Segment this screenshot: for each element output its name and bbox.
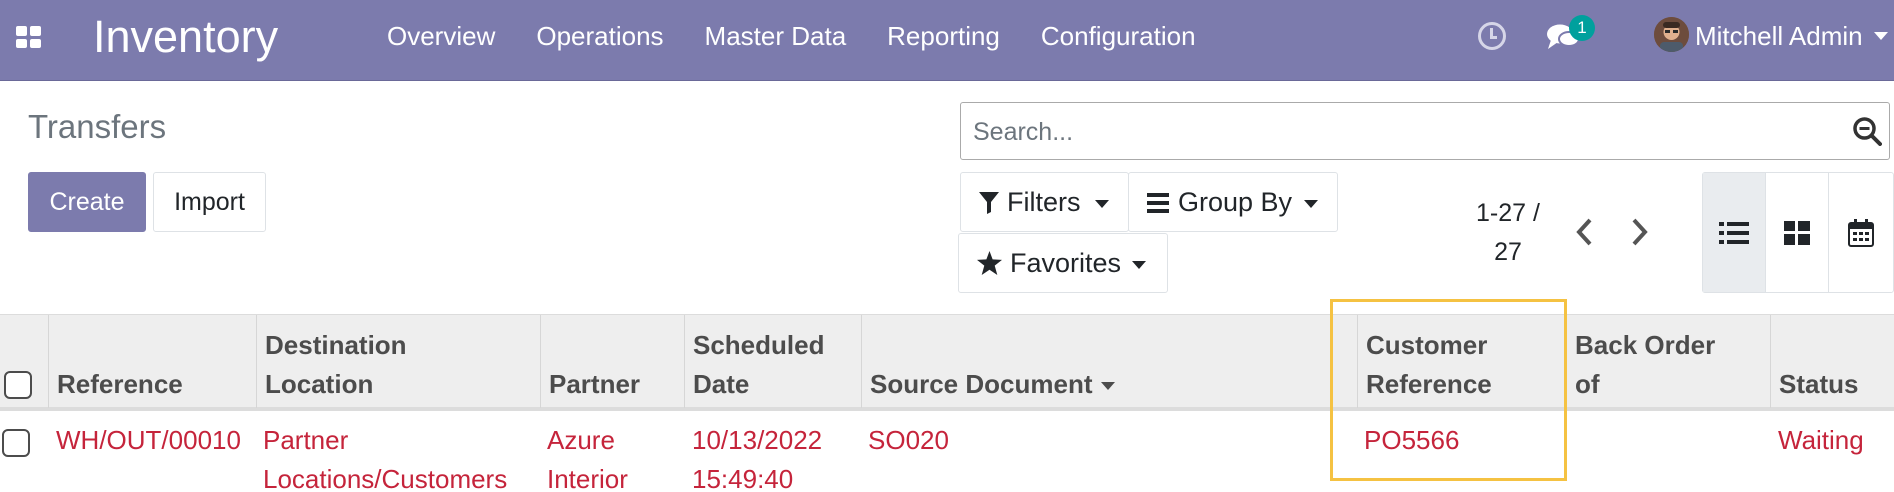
- kanban-view-icon: [1784, 220, 1810, 245]
- view-switcher: [1702, 172, 1894, 293]
- pager-next-icon[interactable]: [1624, 214, 1654, 250]
- row-destination-line1: Partner: [263, 425, 349, 455]
- row-partner-line1: Azure: [547, 425, 615, 455]
- search-input[interactable]: [973, 115, 1823, 149]
- row-scheduled-date-line1: 10/13/2022: [692, 425, 823, 455]
- search-icon[interactable]: [1852, 116, 1882, 146]
- pager-total: 27: [1494, 238, 1522, 266]
- menu-item-master-data[interactable]: Master Data: [705, 0, 847, 72]
- menu-item-operations[interactable]: Operations: [536, 0, 663, 72]
- column-header-reference[interactable]: Reference: [49, 315, 257, 408]
- row-partner-line2: Interior: [547, 464, 628, 492]
- pager-previous-icon[interactable]: [1570, 214, 1600, 250]
- filters-button[interactable]: Filters: [960, 172, 1129, 232]
- column-header-back-order-of[interactable]: Back Order of: [1567, 315, 1771, 408]
- import-button[interactable]: Import: [153, 172, 266, 232]
- create-button[interactable]: Create: [28, 172, 146, 232]
- list-view-icon: [1719, 221, 1749, 244]
- row-customer-reference: PO5566: [1364, 425, 1460, 455]
- column-header-status[interactable]: Status: [1771, 315, 1894, 408]
- list-header: Reference Destination Location Partner S…: [0, 314, 1894, 411]
- user-menu-caret-icon[interactable]: [1874, 32, 1888, 40]
- column-header-customer-reference[interactable]: Customer Reference: [1358, 315, 1567, 408]
- row-select-checkbox[interactable]: [2, 429, 30, 457]
- apps-menu-icon[interactable]: [16, 26, 42, 48]
- menu-item-overview[interactable]: Overview: [387, 0, 495, 72]
- row-partner: Azure Interior: [547, 421, 628, 492]
- calendar-view-icon: [1847, 218, 1874, 247]
- column-header-reference-label: Reference: [57, 369, 183, 399]
- group-by-button[interactable]: Group By: [1128, 172, 1338, 232]
- column-header-destination-line1: Destination: [265, 330, 407, 360]
- filters-caret-icon: [1095, 200, 1109, 208]
- favorites-caret-icon: [1132, 261, 1146, 269]
- favorites-label: Favorites: [1010, 248, 1122, 278]
- pager-range: 1-27 /: [1476, 199, 1540, 227]
- column-header-source-document[interactable]: Source Document: [862, 315, 1358, 408]
- top-navbar: Inventory Overview Operations Master Dat…: [0, 0, 1894, 81]
- column-header-scheduled-line1: Scheduled: [693, 330, 825, 360]
- filters-label: Filters: [1007, 187, 1081, 217]
- user-menu-name[interactable]: Mitchell Admin: [1695, 18, 1863, 54]
- favorites-button[interactable]: Favorites: [958, 233, 1168, 293]
- column-header-destination-line2: Location: [265, 369, 374, 399]
- row-reference[interactable]: WH/OUT/00010: [56, 421, 241, 460]
- group-by-label: Group By: [1178, 187, 1293, 217]
- menu-item-configuration[interactable]: Configuration: [1041, 0, 1196, 72]
- row-destination-line2: Locations/Customers: [263, 464, 508, 492]
- main-menu: Overview Operations Master Data Reportin…: [387, 0, 1237, 72]
- filter-funnel-icon: [979, 192, 999, 214]
- column-header-customer-ref-line1: Customer: [1366, 330, 1488, 360]
- column-header-scheduled-date[interactable]: Scheduled Date: [685, 315, 862, 408]
- pager-value[interactable]: 1-27 / 27: [1468, 194, 1548, 272]
- search-box: [960, 102, 1890, 160]
- column-header-partner-label: Partner: [549, 369, 641, 399]
- row-source-document: SO020: [868, 425, 949, 455]
- header-select-all-cell: [0, 315, 49, 408]
- row-destination-location: Partner Locations/Customers: [263, 421, 507, 492]
- column-header-scheduled-line2: Date: [693, 369, 750, 399]
- row-scheduled-date-line2: 15:49:40: [692, 464, 794, 492]
- table-row[interactable]: WH/OUT/00010 Partner Locations/Customers…: [0, 415, 1894, 492]
- column-header-back-order-line2: of: [1575, 369, 1600, 399]
- calendar-view-button[interactable]: [1829, 173, 1892, 292]
- app-title[interactable]: Inventory: [93, 10, 278, 64]
- column-header-customer-ref-line2: Reference: [1366, 369, 1492, 399]
- row-status: Waiting: [1778, 425, 1864, 455]
- column-header-status-label: Status: [1779, 369, 1859, 399]
- user-avatar[interactable]: [1654, 17, 1689, 52]
- row-scheduled-date: 10/13/2022 15:49:40: [692, 421, 822, 492]
- group-by-caret-icon: [1304, 200, 1318, 208]
- favorites-star-icon: [977, 251, 1002, 275]
- column-header-source-label: Source Document: [870, 369, 1093, 399]
- select-all-checkbox[interactable]: [4, 371, 32, 399]
- sort-descending-icon: [1100, 382, 1115, 391]
- message-count-badge: 1: [1569, 15, 1595, 41]
- column-header-partner[interactable]: Partner: [541, 315, 685, 408]
- kanban-view-button[interactable]: [1766, 173, 1829, 292]
- column-header-back-order-line1: Back Order: [1575, 330, 1716, 360]
- column-header-destination[interactable]: Destination Location: [257, 315, 541, 408]
- menu-item-reporting[interactable]: Reporting: [887, 0, 1000, 72]
- group-by-bars-icon: [1147, 193, 1169, 213]
- activity-clock-icon[interactable]: [1478, 22, 1506, 50]
- page-title: Transfers: [28, 108, 167, 145]
- list-view-button[interactable]: [1703, 173, 1766, 292]
